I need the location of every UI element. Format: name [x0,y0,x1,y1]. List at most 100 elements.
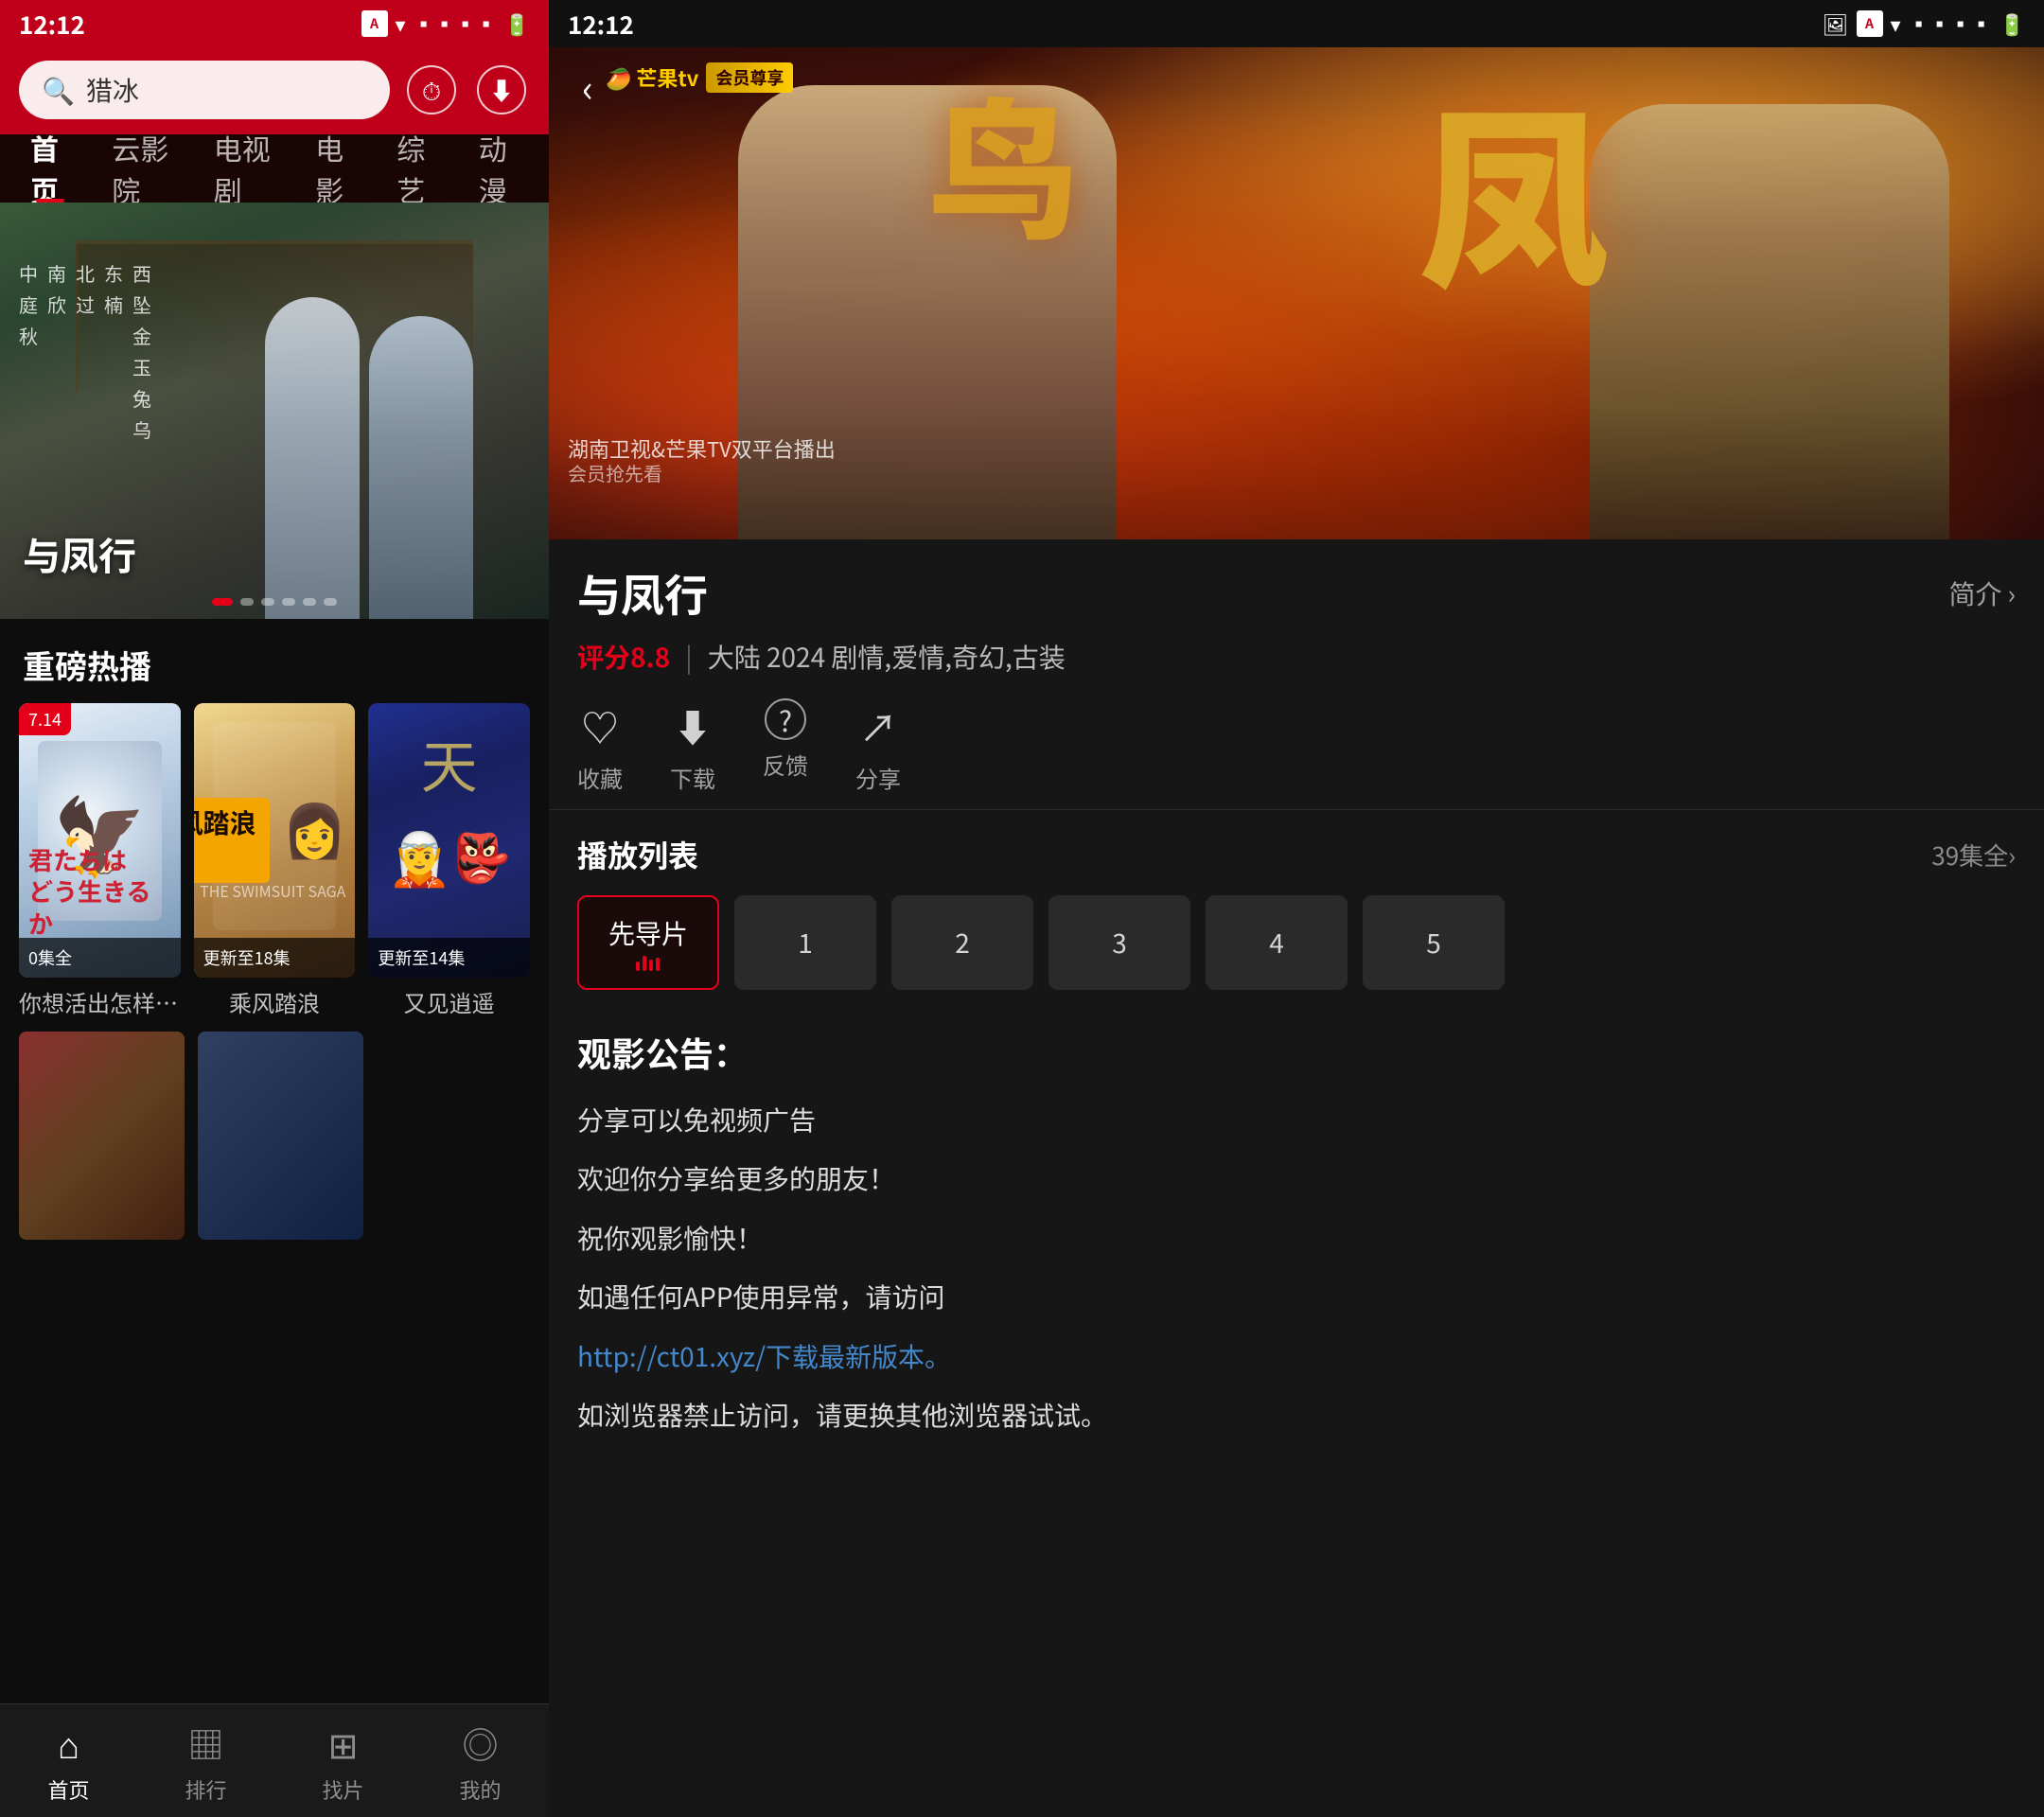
card-1-japanese: 君たちはどう生きるか [28,844,171,940]
search-query: 猎冰 [86,71,139,109]
small-card-1[interactable] [19,1032,185,1240]
tab-tv-drama[interactable]: 电视剧 [193,134,294,203]
announcement-section: 观影公告： 分享可以免视频广告 欢迎你分享给更多的朋友！ 祝你观影愉快！ 如遇任… [549,1005,2044,1817]
share-button[interactable]: ↗ 分享 [855,698,901,794]
bar4 [656,958,660,971]
tab-variety[interactable]: 综艺 [376,134,457,203]
status-icons-left: A ▾ ▪▪▪▪ 🔋 [361,9,530,39]
download-button[interactable]: ⬇ [473,62,530,118]
mango-logo-text: 🥭 芒果tv [606,62,698,93]
card-labels: 你想活出怎样的... 乘风踏浪 又见逍遥 [0,978,549,1018]
meta-info: 大陆 2024 剧情,爱情,奇幻,古装 [708,638,1066,676]
feedback-icon: ? [765,698,806,740]
profile-icon: ◎ [462,1717,498,1769]
nav-profile[interactable]: ◎ 我的 [412,1717,549,1805]
favorite-icon: ♡ [581,698,619,753]
download-action-button[interactable]: ⬇ 下载 [670,698,715,794]
hero-banner[interactable]: 中 庭 秋 南 欣 北 过 东 楠 西 [0,203,549,619]
ep-preview-label: 先导片 [608,914,688,952]
hot-card-3[interactable]: 天 🧝👺 更新至14集 [368,703,530,978]
favorite-label: 收藏 [577,761,623,794]
playlist-episodes: 先导片 1 2 3 4 [577,895,2016,990]
download-action-icon: ⬇ [674,698,712,753]
feedback-label: 反馈 [763,748,808,781]
card-2-cn-badge: 乘风踏浪 [194,798,270,883]
title-row: 与凤行 简介 › [577,562,2016,625]
favorite-button[interactable]: ♡ 收藏 [577,698,623,794]
time-right: 12:12 [568,7,634,42]
dot-4 [282,598,295,606]
search-container: 🔍 猎冰 ⏱ ⬇ [0,47,549,134]
left-panel: 12:12 A ▾ ▪▪▪▪ 🔋 🔍 猎冰 ⏱ ⬇ 首页 云影院 电视剧 [0,0,549,1817]
history-button[interactable]: ⏱ [403,62,460,118]
big-char-feng: 凤 [1419,104,1609,293]
detail-title: 与凤行 [577,562,708,625]
status-bar-right: 12:12 🖼 A ▾ ▪▪▪▪ 🔋 [549,0,2044,47]
intro-button[interactable]: 简介 › [1949,574,2016,612]
tab-anime[interactable]: 动漫 [458,134,539,203]
battery-icon-left: 🔋 [504,9,530,39]
share-icon: ↗ [859,698,897,753]
hero-bg-right: 凤 鸟 [549,47,2044,539]
search-bar[interactable]: 🔍 猎冰 [19,61,390,119]
hot-card-1[interactable]: 🦅 君たちはどう生きるか 7.14 0集全 [19,703,181,978]
card-3-progress: 更新至14集 [368,938,530,978]
nav-home[interactable]: ⌂ 首页 [0,1717,137,1805]
broadcast-sub: 会员抢先看 [568,459,662,486]
bar3 [649,960,653,971]
playlist-section: 播放列表 39集全 › 先导片 1 [549,810,2044,1005]
episode-2[interactable]: 2 [891,895,1033,990]
hero-title: 与凤行 [23,526,136,581]
hot-card-2[interactable]: 👨👩 乘风踏浪 THE SWIMSUIT SAGA 更新至18集 [194,703,356,978]
tab-home[interactable]: 首页 [9,134,91,203]
small-card-2[interactable] [198,1032,363,1240]
bottom-nav: ⌂ 首页 ▦ 排行 ⊞ 找片 ◎ 我的 [0,1703,549,1817]
big-char-niao: 鸟 [927,85,1079,237]
wifi-icon-left: ▾ [396,9,406,39]
card-2-progress: 更新至18集 [194,938,356,978]
vip-badge: 会员尊享 [706,62,793,93]
tab-movie[interactable]: 电影 [294,134,376,203]
meta-sep: | [685,638,693,676]
ann-line-3: 祝你观影愉快！ [577,1214,2016,1261]
nav-find[interactable]: ⊞ 找片 [274,1717,412,1805]
playlist-all-button[interactable]: 39集全 › [1931,838,2016,873]
status-bar-left: 12:12 A ▾ ▪▪▪▪ 🔋 [0,0,549,47]
bar2 [643,956,646,971]
bar1 [636,961,640,971]
ep-preview-inner: 先导片 [608,914,688,971]
ann-line-4: 如遇任何APP使用异常，请访问 [577,1273,2016,1320]
dot-1 [212,598,233,606]
ranking-icon: ▦ [187,1717,223,1769]
signal-icon-right: ▪▪▪▪ [1909,9,1992,39]
nav-ranking-label: 排行 [185,1774,226,1805]
playlist-header: 播放列表 39集全 › [577,833,2016,876]
ann-link-line: http://ct01.xyz/下载最新版本。 [577,1332,2016,1380]
card-2-label: 乘风踏浪 [194,985,356,1018]
episode-preview[interactable]: 先导片 [577,895,719,990]
find-icon: ⊞ [328,1717,359,1769]
nav-home-label: 首页 [47,1774,89,1805]
feedback-button[interactable]: ? 反馈 [763,698,808,794]
nav-tabs: 首页 云影院 电视剧 电影 综艺 动漫 [0,134,549,203]
playing-indicator [636,956,660,971]
dot-6 [324,598,337,606]
detail-hero-image: 凤 鸟 ‹ 🥭 芒果tv 会员尊享 湖南卫视&芒果TV双平台播出 会员抢先看 [549,47,2044,539]
mango-logo: 🥭 芒果tv 会员尊享 [606,62,793,93]
hot-cards-grid: 🦅 君たちはどう生きるか 7.14 0集全 👨👩 乘风踏浪 THE SWIMSU… [0,703,549,978]
a-icon-left: A [361,10,388,37]
episode-5[interactable]: 5 [1363,895,1505,990]
tab-cloud-cinema[interactable]: 云影院 [91,134,192,203]
episode-3[interactable]: 3 [1048,895,1190,990]
hero-dots [212,598,337,606]
signal-icon-left: ▪▪▪▪ [414,9,497,39]
search-icon: 🔍 [42,71,75,109]
back-button[interactable]: ‹ [564,62,611,110]
a-icon-right: A [1857,10,1883,37]
episode-1[interactable]: 1 [734,895,876,990]
dot-3 [261,598,274,606]
nav-ranking[interactable]: ▦ 排行 [137,1717,274,1805]
download-action-label: 下载 [670,761,715,794]
episode-4[interactable]: 4 [1206,895,1348,990]
announcement-link[interactable]: http://ct01.xyz/下载最新版本。 [577,1337,951,1375]
